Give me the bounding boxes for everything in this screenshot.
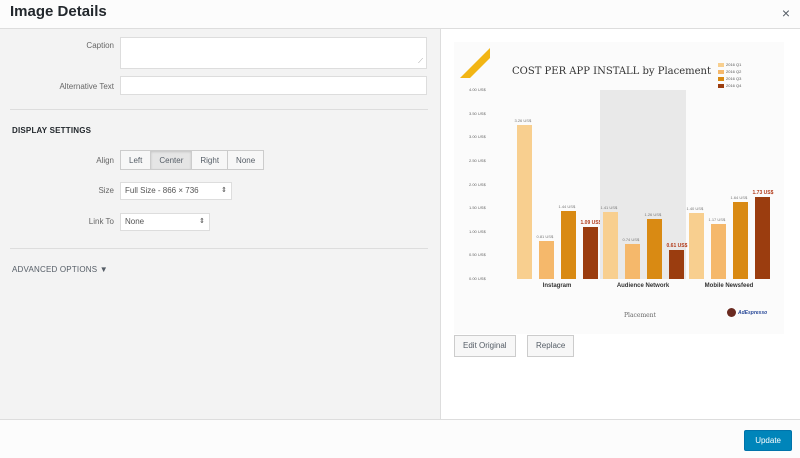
chart-bar <box>516 124 532 279</box>
data-label: 1.41 US$ <box>600 205 618 211</box>
y-tick-label: 3.50 US$ <box>469 110 486 116</box>
brand-logo: AdEspresso <box>727 308 767 317</box>
chart-bar <box>732 201 748 279</box>
legend-swatch <box>718 69 724 74</box>
data-label: 1.44 US$ <box>558 203 576 209</box>
legend-item: 2016 Q4 <box>718 82 741 89</box>
logo-mark-icon <box>727 308 736 317</box>
corner-ribbon-icon <box>460 48 490 78</box>
divider <box>10 109 428 110</box>
y-tick-label: 2.00 US$ <box>469 181 486 187</box>
select-arrow-icon: ⇕ <box>199 218 205 225</box>
legend-swatch <box>718 83 724 88</box>
legend-item: 2016 Q3 <box>718 75 741 82</box>
display-settings-title: DISPLAY SETTINGS <box>12 126 92 135</box>
modal-title: Image Details <box>10 3 107 20</box>
data-label: 0.61 US$ <box>666 243 688 250</box>
modal-header: Image Details × <box>0 0 800 29</box>
data-label: 0.74 US$ <box>622 237 640 243</box>
legend-label: 2016 Q4 <box>726 83 742 88</box>
size-value: Full Size - 866 × 736 <box>125 186 199 195</box>
chart-bar <box>646 219 662 279</box>
link-to-label: Link To <box>88 217 114 226</box>
y-tick-label: 3.00 US$ <box>469 134 486 140</box>
logo-text: AdEspresso <box>738 309 768 316</box>
align-label: Align <box>96 156 114 165</box>
chart-bar <box>582 227 598 279</box>
legend-label: 2016 Q2 <box>726 69 742 74</box>
caption-field[interactable]: ⟋ <box>120 37 427 69</box>
data-label: 1.17 US$ <box>708 216 726 222</box>
align-center-button[interactable]: Center <box>150 150 193 170</box>
align-none-button[interactable]: None <box>227 150 265 170</box>
align-right-button[interactable]: Right <box>191 150 229 170</box>
align-left-button[interactable]: Left <box>120 150 152 170</box>
data-label: 1.40 US$ <box>686 205 704 211</box>
y-tick-label: 4.00 US$ <box>469 87 486 92</box>
advanced-options-toggle[interactable]: ADVANCED OPTIONS ▼ <box>12 265 108 274</box>
data-label: 1.09 US$ <box>580 220 602 227</box>
select-arrow-icon: ⇕ <box>221 187 227 194</box>
legend-item: 2016 Q2 <box>718 68 741 75</box>
caption-label: Caption <box>86 41 114 50</box>
legend-label: 2016 Q3 <box>726 76 742 81</box>
category-label: Mobile Newsfeed <box>704 283 754 289</box>
size-label: Size <box>98 186 114 195</box>
category-label: Audience Network <box>616 283 670 289</box>
legend-swatch <box>718 62 724 67</box>
chart-bar <box>602 212 618 279</box>
divider <box>10 248 428 249</box>
data-label: 0.81 US$ <box>536 233 554 239</box>
y-tick-label: 1.50 US$ <box>469 205 486 211</box>
data-label: 1.26 US$ <box>644 212 662 218</box>
alt-text-label: Alternative Text <box>59 82 114 91</box>
align-button-group: Left Center Right None <box>120 150 265 170</box>
chart-bar <box>754 197 770 279</box>
update-button[interactable]: Update <box>744 430 792 451</box>
legend-label: 2016 Q1 <box>726 62 742 67</box>
data-label: 3.26 US$ <box>514 117 532 123</box>
edit-original-button[interactable]: Edit Original <box>454 335 516 357</box>
y-tick-label: 2.50 US$ <box>469 157 486 163</box>
link-to-value: None <box>125 217 145 226</box>
chart-bar <box>710 223 726 279</box>
chart-bar <box>688 212 704 279</box>
chart-title: COST PER APP INSTALL by Placement <box>512 66 711 77</box>
image-preview: COST PER APP INSTALL by Placement 2016 Q… <box>454 42 784 334</box>
y-tick-label: 0.00 US$ <box>469 276 486 281</box>
close-icon[interactable]: × <box>782 5 790 21</box>
replace-button[interactable]: Replace <box>527 335 575 357</box>
x-axis-label: Placement <box>624 312 656 319</box>
modal-footer: Update <box>0 419 800 458</box>
legend-swatch <box>718 76 724 81</box>
legend-item: 2016 Q1 <box>718 61 741 68</box>
chart-bar <box>560 210 576 279</box>
y-tick-label: 1.00 US$ <box>469 228 486 234</box>
resize-handle-icon[interactable]: ⟋ <box>418 58 423 66</box>
chart-bar <box>538 240 554 279</box>
chart-legend: 2016 Q1 2016 Q2 2016 Q3 2016 Q4 <box>718 61 741 89</box>
link-to-select[interactable]: None ⇕ <box>120 213 210 231</box>
image-preview-panel: COST PER APP INSTALL by Placement 2016 Q… <box>441 29 800 419</box>
image-settings-panel: Caption ⟋ Alternative Text DISPLAY SETTI… <box>0 29 441 419</box>
chart-bar <box>668 250 684 279</box>
size-select[interactable]: Full Size - 866 × 736 ⇕ <box>120 182 232 200</box>
data-label: 1.73 US$ <box>752 190 774 197</box>
alt-text-field[interactable] <box>120 76 427 95</box>
category-label: Instagram <box>542 283 572 289</box>
y-tick-label: 0.50 US$ <box>469 252 486 258</box>
chart-bar <box>624 244 640 279</box>
data-label: 1.64 US$ <box>730 194 748 200</box>
